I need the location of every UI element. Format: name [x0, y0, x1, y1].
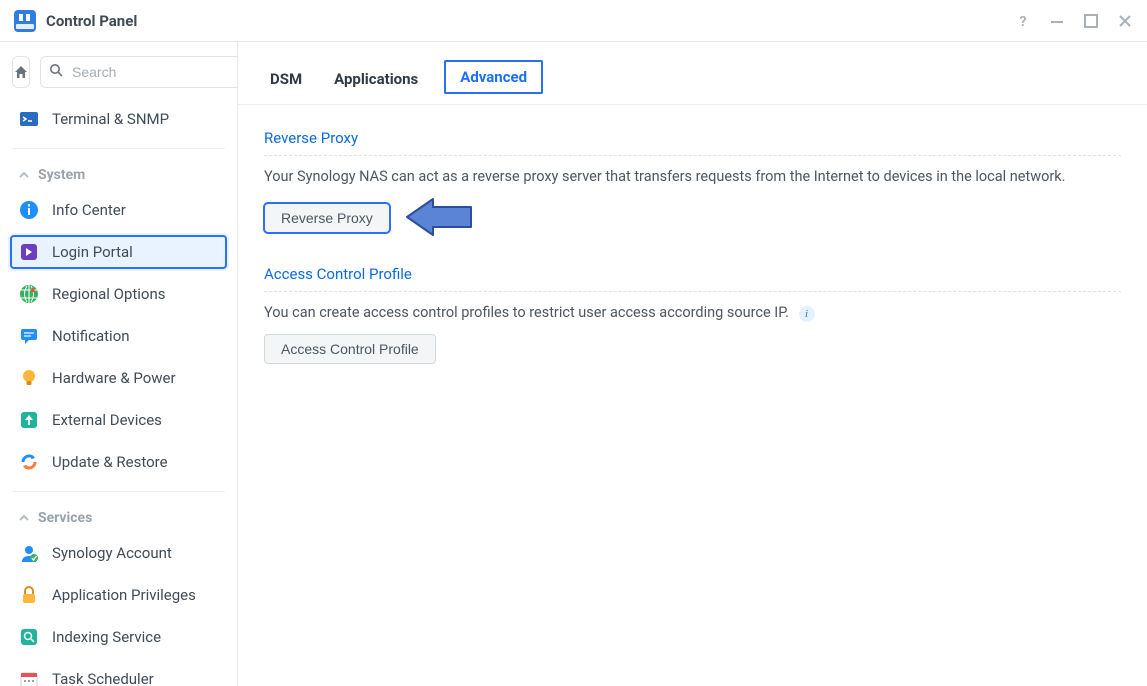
window-title: Control Panel [46, 12, 137, 30]
sidebar-item-label: Info Center [52, 201, 126, 219]
chevron-up-icon [18, 169, 30, 181]
content-area: DSM Applications Advanced Reverse Proxy … [238, 42, 1147, 686]
sidebar-item-label: Update & Restore [52, 453, 168, 471]
sidebar-item-info-center[interactable]: Info Center [0, 189, 237, 231]
sidebar-item-task-scheduler[interactable]: Task Scheduler [0, 658, 237, 686]
sidebar-item-label: Synology Account [52, 544, 172, 562]
sidebar-item-label: Hardware & Power [52, 369, 176, 387]
tab-applications[interactable]: Applications [328, 62, 424, 102]
maximize-icon[interactable] [1083, 13, 1099, 29]
info-tooltip-icon[interactable]: i [799, 306, 815, 322]
sidebar-item-label: Notification [52, 327, 130, 345]
sidebar-item-login-portal[interactable]: Login Portal [8, 233, 229, 271]
separator [12, 491, 225, 492]
terminal-icon [18, 108, 40, 130]
sidebar-item-update-restore[interactable]: Update & Restore [0, 441, 237, 483]
sidebar-item-label: Task Scheduler [52, 670, 154, 686]
account-icon [18, 542, 40, 564]
sidebar-item-application-privileges[interactable]: Application Privileges [0, 574, 237, 616]
home-button[interactable] [12, 56, 30, 88]
sidebar-item-label: Indexing Service [52, 628, 161, 646]
help-icon[interactable]: ? [1015, 13, 1031, 29]
portal-icon [18, 241, 40, 263]
reverse-proxy-button[interactable]: Reverse Proxy [264, 203, 390, 233]
divider [264, 155, 1121, 156]
lock-icon [18, 584, 40, 606]
sidebar-item-hardware-power[interactable]: Hardware & Power [0, 357, 237, 399]
globe-icon [18, 283, 40, 305]
sidebar-item-label: Terminal & SNMP [52, 110, 169, 128]
sidebar-item-indexing-service[interactable]: Indexing Service [0, 616, 237, 658]
section-title-reverse-proxy: Reverse Proxy [264, 129, 1121, 147]
tab-dsm[interactable]: DSM [264, 62, 308, 102]
titlebar: Control Panel ? [0, 0, 1147, 42]
access-control-description: You can create access control profiles t… [264, 304, 1121, 322]
group-label: Services [38, 510, 92, 526]
search-file-icon [18, 626, 40, 648]
group-label: System [38, 167, 85, 183]
tab-bar: DSM Applications Advanced [238, 42, 1147, 105]
sidebar-item-external-devices[interactable]: External Devices [0, 399, 237, 441]
app-icon [14, 10, 36, 32]
minimize-icon[interactable] [1049, 13, 1065, 29]
sidebar-group-system[interactable]: System [0, 157, 237, 189]
sidebar-item-label: Application Privileges [52, 586, 196, 604]
access-control-profile-button[interactable]: Access Control Profile [264, 334, 436, 364]
chevron-up-icon [18, 512, 30, 524]
annotation-arrow-icon [403, 197, 473, 241]
svg-text:?: ? [1020, 14, 1027, 28]
section-title-access-control: Access Control Profile [264, 265, 1121, 283]
reverse-proxy-description: Your Synology NAS can act as a reverse p… [264, 168, 1121, 185]
sidebar-group-services[interactable]: Services [0, 500, 237, 532]
sidebar-item-label: Login Portal [52, 243, 133, 261]
search-box[interactable] [40, 56, 238, 88]
chat-icon [18, 325, 40, 347]
search-icon [49, 63, 64, 82]
bulb-icon [18, 367, 40, 389]
sidebar-item-label: External Devices [52, 411, 162, 429]
sidebar-item-terminal-snmp[interactable]: Terminal & SNMP [0, 98, 237, 140]
calendar-icon [18, 668, 40, 686]
info-icon [18, 199, 40, 221]
sidebar-item-synology-account[interactable]: Synology Account [0, 532, 237, 574]
sidebar-item-notification[interactable]: Notification [0, 315, 237, 357]
refresh-icon [18, 451, 40, 473]
upload-icon [18, 409, 40, 431]
separator [12, 148, 225, 149]
search-input[interactable] [70, 63, 238, 81]
close-icon[interactable] [1117, 13, 1133, 29]
tab-advanced[interactable]: Advanced [444, 60, 543, 94]
sidebar: Terminal & SNMP System Info Center Login… [0, 42, 238, 686]
sidebar-item-regional-options[interactable]: Regional Options [0, 273, 237, 315]
divider [264, 291, 1121, 292]
sidebar-item-label: Regional Options [52, 285, 166, 303]
